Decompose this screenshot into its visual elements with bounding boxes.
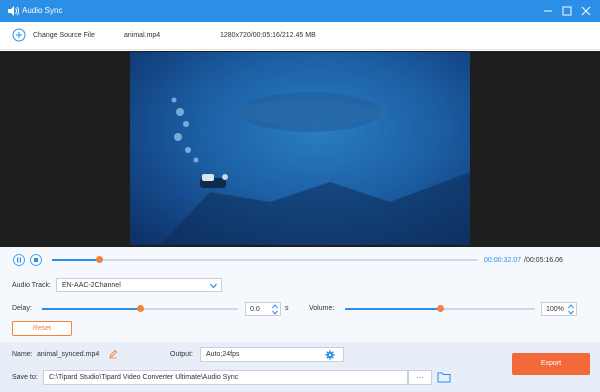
video-preview-area <box>0 51 600 247</box>
audio-track-label: Audio Track: <box>12 282 51 289</box>
maximize-icon[interactable] <box>561 5 573 17</box>
video-frame-image <box>160 92 470 245</box>
volume-stepper[interactable]: 100% <box>541 302 577 316</box>
source-file-info: 1280x720/00:05:16/212.45 MB <box>220 32 316 39</box>
output-bar: Name: animal_synced.mp4 Output: Auto;24f… <box>0 342 600 392</box>
chevron-down-icon[interactable] <box>568 310 574 315</box>
output-format-field[interactable]: Auto;24fps <box>200 347 344 362</box>
audio-settings-panel: Audio Track: EN-AAC-2Channel Delay: 0.0 … <box>0 272 600 342</box>
delay-slider-handle[interactable] <box>137 305 144 312</box>
window-title: Audio Sync <box>22 6 63 15</box>
speaker-icon <box>8 6 19 16</box>
delay-value: 0.0 <box>250 306 260 313</box>
playback-progress-handle[interactable] <box>95 256 103 263</box>
current-time: 00:00:32.07 <box>484 257 521 264</box>
delay-unit: s <box>285 305 289 312</box>
volume-label: Volume: <box>309 305 335 312</box>
playback-progress-fill <box>52 259 99 261</box>
delay-slider-fill <box>42 308 140 310</box>
gear-icon[interactable] <box>325 350 335 360</box>
folder-icon[interactable] <box>437 371 451 383</box>
save-path-value: C:\Tipard Studio\Tipard Video Converter … <box>49 374 239 381</box>
stop-icon[interactable] <box>30 254 42 266</box>
output-format-value: Auto;24fps <box>206 351 240 358</box>
audio-track-value: EN-AAC-2Channel <box>62 282 121 289</box>
audio-track-select[interactable]: EN-AAC-2Channel <box>56 278 222 292</box>
save-path-field[interactable]: C:\Tipard Studio\Tipard Video Converter … <box>43 370 408 385</box>
delay-slider[interactable] <box>42 305 238 312</box>
chevron-down-icon[interactable] <box>272 310 278 315</box>
add-file-icon[interactable] <box>12 28 26 42</box>
edit-icon[interactable] <box>108 349 118 359</box>
reset-button[interactable]: Reset <box>12 321 72 336</box>
delay-stepper[interactable]: 0.0 <box>245 302 281 316</box>
chevron-down-icon <box>210 283 217 289</box>
name-label: Name: <box>12 351 33 358</box>
source-filename: animal.mp4 <box>124 32 161 39</box>
title-bar: Audio Sync <box>0 0 600 22</box>
chevron-up-icon[interactable] <box>568 304 574 309</box>
video-frame <box>130 52 470 245</box>
total-time: /00:05:16.06 <box>524 257 563 264</box>
minimize-icon[interactable] <box>542 5 554 17</box>
save-to-label: Save to: <box>12 374 38 381</box>
volume-slider-handle[interactable] <box>437 305 444 312</box>
close-icon[interactable] <box>580 5 592 17</box>
browse-dots: ··· <box>416 373 424 382</box>
pause-icon[interactable] <box>13 254 25 266</box>
volume-value: 100% <box>546 306 564 313</box>
file-bar: Change Source File animal.mp4 1280x720/0… <box>0 22 600 50</box>
delay-label: Delay: <box>12 305 32 312</box>
playback-controls: 00:00:32.07 /00:05:16.06 <box>0 247 600 272</box>
output-label: Output: <box>170 351 193 358</box>
playback-progress-track[interactable] <box>52 256 478 263</box>
change-source-file-button[interactable]: Change Source File <box>33 32 95 39</box>
volume-slider[interactable] <box>345 305 535 312</box>
browse-button[interactable]: ··· <box>408 370 432 385</box>
chevron-up-icon[interactable] <box>272 304 278 309</box>
volume-slider-fill <box>345 308 440 310</box>
export-button[interactable]: Export <box>512 353 590 375</box>
output-filename: animal_synced.mp4 <box>37 351 100 358</box>
